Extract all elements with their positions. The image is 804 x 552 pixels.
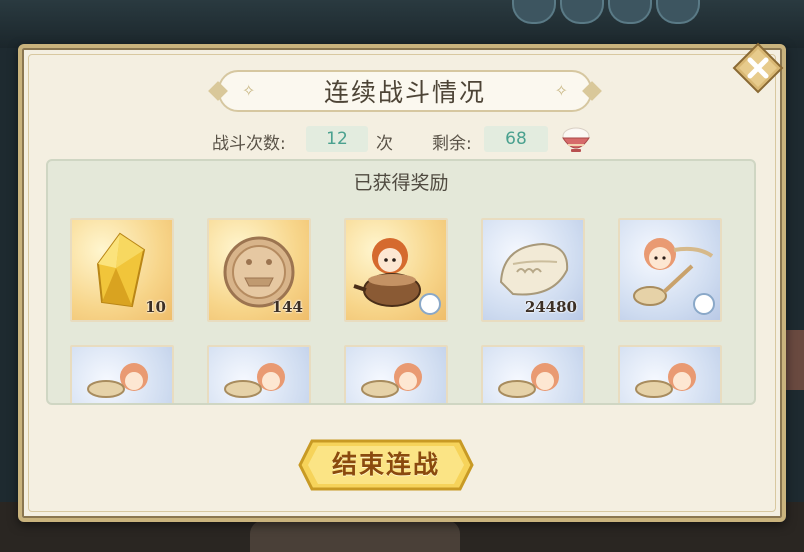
reward-item[interactable] <box>207 345 311 403</box>
food-soul-with-spoon-icon <box>498 363 559 398</box>
reward-item[interactable]: 144 <box>207 218 311 322</box>
food-type-badge-icon <box>419 293 441 315</box>
title-ornament-icon: ✧ <box>242 81 256 100</box>
food-soul-with-spoon-icon <box>87 363 148 398</box>
food-type-badge-icon <box>693 293 715 315</box>
food-soul-with-spoon-icon <box>361 363 422 398</box>
reward-count: 10 <box>145 298 166 316</box>
reward-item[interactable]: 10 <box>70 218 174 322</box>
rice-bowl-icon <box>562 127 590 152</box>
end-battle-label: 结束连战 <box>331 450 440 479</box>
remaining-label: 剩余: <box>432 134 472 154</box>
reward-item[interactable]: 24480 <box>481 218 585 322</box>
battle-count-value: 12 <box>306 126 368 152</box>
reward-item[interactable] <box>344 218 448 322</box>
battle-stats: 战斗次数: 12 次 剩余: 68 <box>22 126 782 154</box>
rewards-title: 已获得奖励 <box>353 172 449 194</box>
close-icon[interactable] <box>732 42 784 94</box>
dialog-title: 连续战斗情况 <box>323 78 486 107</box>
end-battle-button[interactable]: 结束连战 <box>298 437 474 493</box>
battle-count-unit: 次 <box>376 134 393 154</box>
food-soul-with-spoon-icon <box>224 363 285 398</box>
rewards-panel: 已获得奖励 10 144 24480 <box>46 159 756 405</box>
background-button <box>250 520 460 552</box>
battle-count-label: 战斗次数: <box>212 134 286 154</box>
reward-item[interactable] <box>618 345 722 403</box>
reward-item[interactable] <box>70 345 174 403</box>
dialog-title-bar: ✧ 连续战斗情况 ✧ <box>218 70 592 112</box>
food-soul-with-spoon-icon <box>635 363 696 398</box>
reward-item[interactable] <box>344 345 448 403</box>
remaining-value: 68 <box>484 126 548 152</box>
reward-item[interactable] <box>618 218 722 322</box>
reward-count: 24480 <box>524 298 577 316</box>
reward-count: 144 <box>271 298 303 316</box>
reward-item[interactable] <box>481 345 585 403</box>
title-ornament-icon: ✧ <box>554 81 568 100</box>
